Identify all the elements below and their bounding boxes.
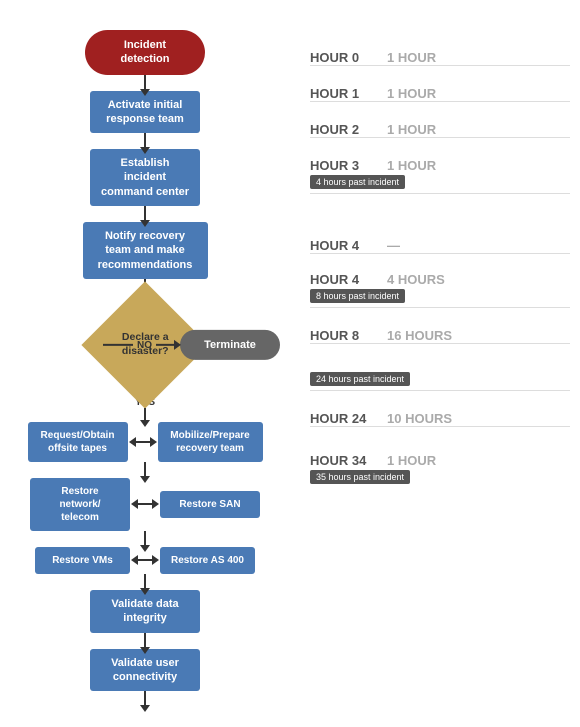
- establish-command-node: Establish incident command center: [90, 149, 200, 206]
- hour-label-1: HOUR 1: [310, 86, 375, 101]
- activate-response-node: Activate initial response team: [90, 91, 200, 134]
- restore-vms-node: Restore VMs: [35, 547, 130, 574]
- hour-label-5: HOUR 4: [310, 272, 375, 287]
- timeline-entry-2: HOUR 2 1 HOUR: [290, 112, 580, 148]
- hour-label-9: HOUR 34: [310, 453, 375, 468]
- timeline-row-9: HOUR 34 1 HOUR: [310, 453, 570, 468]
- dual-row-2: Restore network/ telecom Restore SAN: [0, 478, 290, 531]
- no-line-2: [156, 344, 176, 346]
- request-tapes-node: Request/Obtain offsite tapes: [28, 422, 128, 462]
- establish-command-group: Establish incident command center: [90, 149, 200, 222]
- duration-label-6: 16 HOURS: [387, 328, 452, 343]
- bidirectional-arrow-2: [136, 503, 154, 505]
- hour-label-3: HOUR 3: [310, 158, 375, 173]
- arrow-group-2: [144, 462, 146, 478]
- declare-disaster-row: Declare a disaster? NO Terminate: [0, 295, 290, 395]
- divider-0: [310, 65, 570, 66]
- duration-label-4: —: [387, 238, 400, 253]
- badge-9: 35 hours past incident: [310, 470, 410, 484]
- timeline-row-0: HOUR 0 1 HOUR: [310, 50, 570, 65]
- activate-response-group: Activate initial response team: [90, 91, 200, 150]
- timeline-entry-8: HOUR 24 10 HOURS: [290, 395, 580, 437]
- arrow-group-3: [144, 531, 146, 547]
- divider-8: [310, 426, 570, 427]
- badge-7: 24 hours past incident: [310, 372, 410, 386]
- timeline-entry-5: HOUR 4 4 HOURS 8 hours past incident: [290, 264, 580, 312]
- page: Incident detection Activate initial resp…: [0, 0, 580, 727]
- validate-integrity-group: Validate data integrity: [90, 590, 200, 649]
- divider-3: [310, 193, 570, 194]
- restore-as400-node: Restore AS 400: [160, 547, 255, 574]
- diagram-column: Incident detection Activate initial resp…: [0, 20, 290, 707]
- timeline-row-3: HOUR 3 1 HOUR: [310, 158, 570, 173]
- duration-label-0: 1 HOUR: [387, 50, 436, 65]
- arrow-1: [144, 75, 146, 91]
- hour-label-8: HOUR 24: [310, 411, 375, 426]
- arrow-3: [144, 206, 146, 222]
- hour-label-2: HOUR 2: [310, 122, 375, 137]
- hour-label-0: HOUR 0: [310, 50, 375, 65]
- bidirectional-arrow-1: [134, 441, 152, 443]
- restore-network-node: Restore network/ telecom: [30, 478, 130, 531]
- arrow-8: [144, 633, 146, 649]
- duration-label-5: 4 HOURS: [387, 272, 445, 287]
- mobilize-team-node: Mobilize/Prepare recovery team: [158, 422, 263, 462]
- timeline-row-6: HOUR 8 16 HOURS: [310, 328, 570, 343]
- duration-label-1: 1 HOUR: [387, 86, 436, 101]
- timeline-entry-3: HOUR 3 1 HOUR 4 hours past incident: [290, 148, 580, 198]
- dual-row-1: Request/Obtain offsite tapes Mobilize/Pr…: [0, 422, 290, 462]
- divider-2: [310, 137, 570, 138]
- timeline-entry-6: HOUR 8 16 HOURS: [290, 312, 580, 354]
- notify-recovery-node: Notify recovery team and make recommenda…: [83, 222, 208, 279]
- timeline-row-8: HOUR 24 10 HOURS: [310, 411, 570, 426]
- timeline-entry-7: 24 hours past incident: [290, 354, 580, 395]
- duration-label-3: 1 HOUR: [387, 158, 436, 173]
- restore-san-node: Restore SAN: [160, 491, 260, 518]
- divider-7: [310, 390, 570, 391]
- timeline-entry-0: HOUR 0 1 HOUR: [290, 30, 580, 76]
- no-arm: NO Terminate: [103, 330, 280, 360]
- arrow-7: [144, 574, 146, 590]
- hour-label-6: HOUR 8: [310, 328, 375, 343]
- timeline-entry-9: HOUR 34 1 HOUR 35 hours past incident: [290, 437, 580, 488]
- timeline-row-2: HOUR 2 1 HOUR: [310, 122, 570, 137]
- timeline-row-4: HOUR 4 —: [310, 238, 570, 253]
- timeline-entry-1: HOUR 1 1 HOUR: [290, 76, 580, 112]
- duration-label-2: 1 HOUR: [387, 122, 436, 137]
- incident-detection-group: Incident detection: [85, 30, 205, 91]
- incident-detection-node: Incident detection: [85, 30, 205, 75]
- arrow-group-4: [144, 574, 146, 590]
- terminate-node: Terminate: [180, 330, 280, 360]
- timeline-row-5: HOUR 4 4 HOURS: [310, 272, 570, 287]
- arrow-9: [144, 691, 146, 707]
- badge-5: 8 hours past incident: [310, 289, 405, 303]
- validate-connectivity-group: Validate user connectivity: [90, 649, 200, 708]
- validate-connectivity-node: Validate user connectivity: [90, 649, 200, 692]
- timeline-column: HOUR 0 1 HOUR HOUR 1 1 HOUR HOUR 2 1 HOU…: [290, 20, 580, 707]
- divider-5: [310, 307, 570, 308]
- arrow-6: [144, 531, 146, 547]
- arrow-yes: [144, 408, 146, 422]
- no-label: NO: [137, 339, 152, 350]
- divider-4: [310, 253, 570, 254]
- divider-1: [310, 101, 570, 102]
- timeline-entry-4: HOUR 4 —: [290, 198, 580, 264]
- arrow-2: [144, 133, 146, 149]
- no-arrowhead: [174, 340, 181, 350]
- divider-6: [310, 343, 570, 344]
- validate-integrity-node: Validate data integrity: [90, 590, 200, 633]
- duration-label-8: 10 HOURS: [387, 411, 452, 426]
- hour-label-4: HOUR 4: [310, 238, 375, 253]
- bidirectional-arrow-3: [136, 559, 154, 561]
- badge-3: 4 hours past incident: [310, 175, 405, 189]
- no-line: [103, 344, 133, 346]
- arrow-5: [144, 462, 146, 478]
- duration-label-9: 1 HOUR: [387, 453, 436, 468]
- timeline-row-1: HOUR 1 1 HOUR: [310, 86, 570, 101]
